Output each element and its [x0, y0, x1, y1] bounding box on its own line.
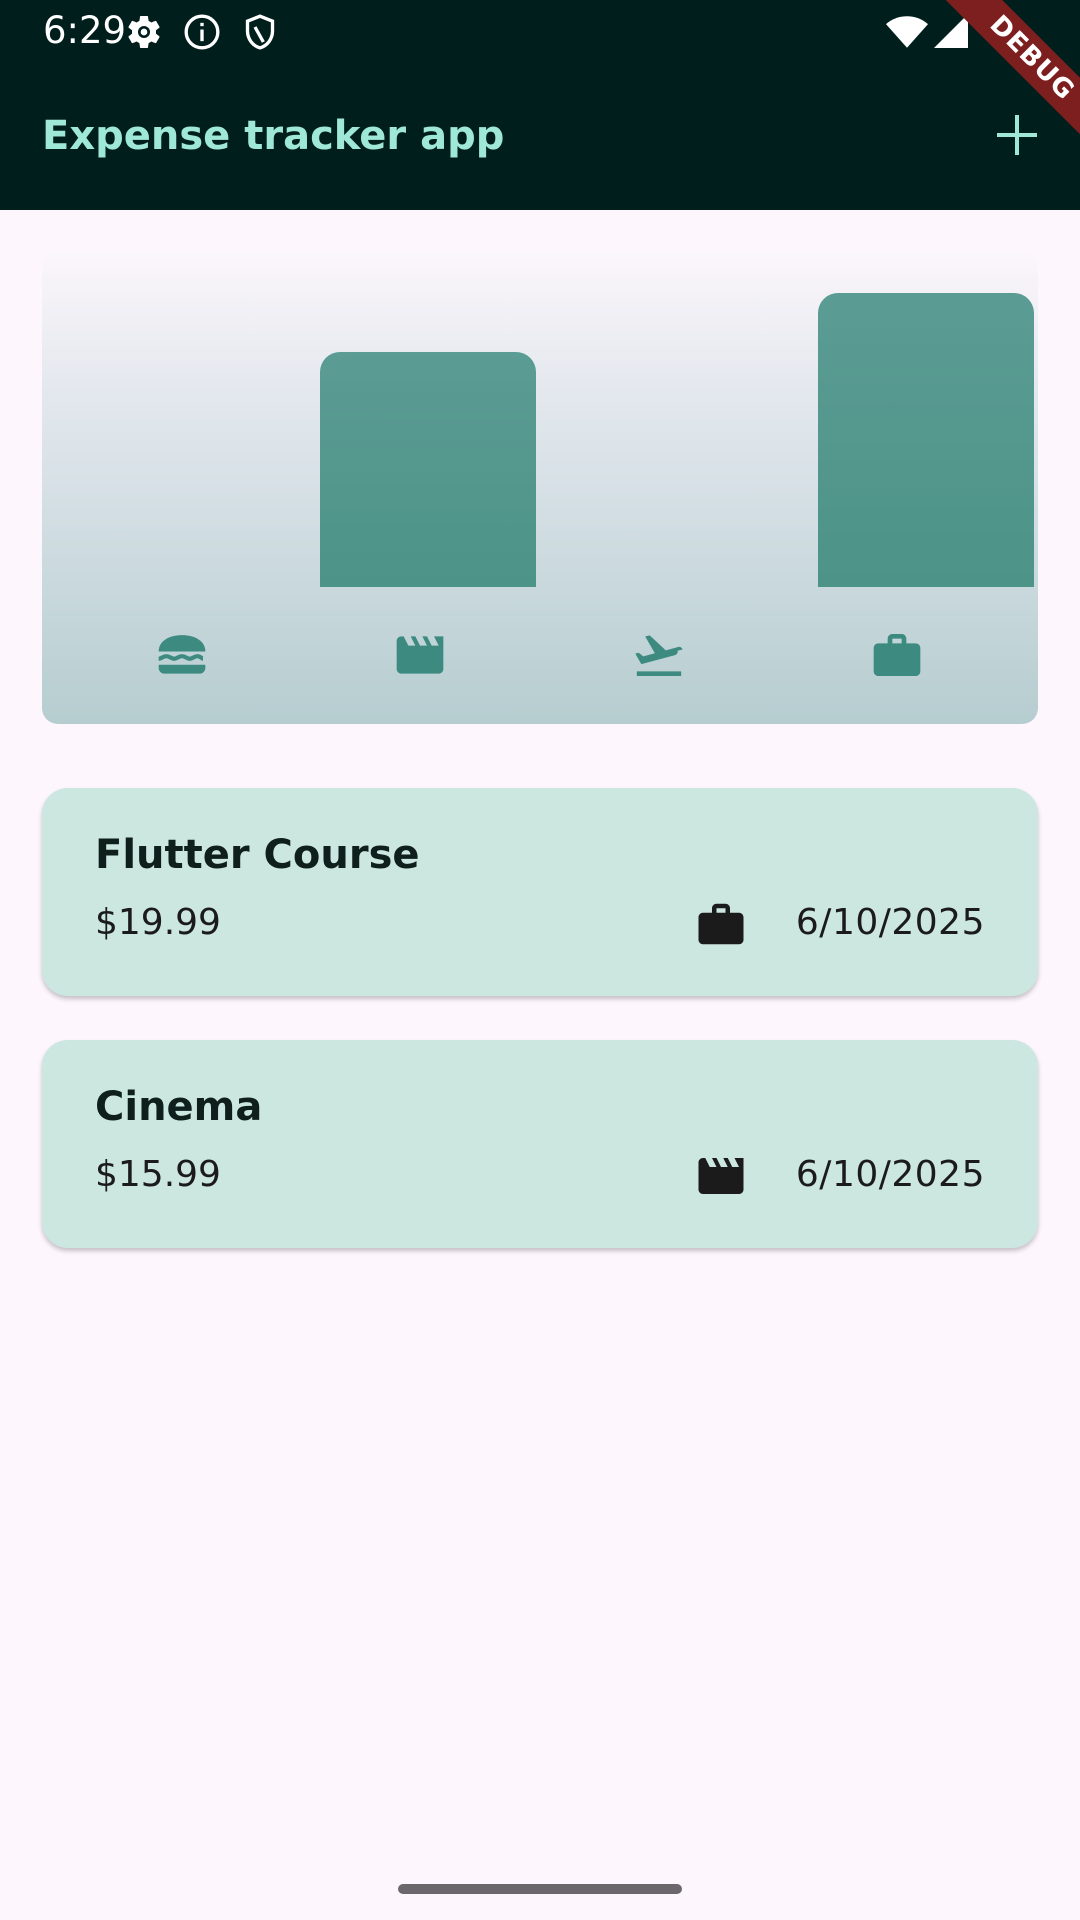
expense-title: Cinema [95, 1084, 263, 1130]
cellular-signal-icon [934, 14, 968, 48]
expense-item-cinema[interactable]: Cinema $15.99 6/10/2025 [42, 1040, 1038, 1248]
expense-amount: $15.99 [95, 1154, 221, 1195]
add-expense-button[interactable] [987, 105, 1047, 165]
briefcase-icon [698, 903, 744, 945]
chart-bar-leisure [320, 352, 536, 587]
status-time: 6:29 [43, 9, 127, 52]
expense-date: 6/10/2025 [795, 1154, 985, 1195]
expense-chart [42, 252, 1038, 724]
info-icon [184, 14, 220, 50]
wifi-icon [886, 16, 928, 48]
shield-icon [245, 14, 275, 50]
movie-clapperboard-icon [396, 636, 444, 674]
settings-icon [128, 15, 160, 48]
app-bar: Expense tracker app [0, 63, 1080, 210]
expense-amount: $19.99 [95, 902, 221, 943]
app-title: Expense tracker app [42, 113, 505, 159]
home-indicator[interactable] [398, 1884, 682, 1894]
briefcase-icon [873, 634, 921, 676]
movie-clapperboard-icon [698, 1158, 744, 1194]
expense-date: 6/10/2025 [795, 902, 985, 943]
expense-title: Flutter Course [95, 832, 420, 878]
chart-bar-work [818, 293, 1034, 587]
flight-takeoff-icon [635, 635, 683, 676]
hamburger-icon [158, 635, 206, 674]
expense-item-flutter-course[interactable]: Flutter Course $19.99 6/10/2025 [42, 788, 1038, 996]
status-bar: 6:29 [0, 0, 1080, 63]
